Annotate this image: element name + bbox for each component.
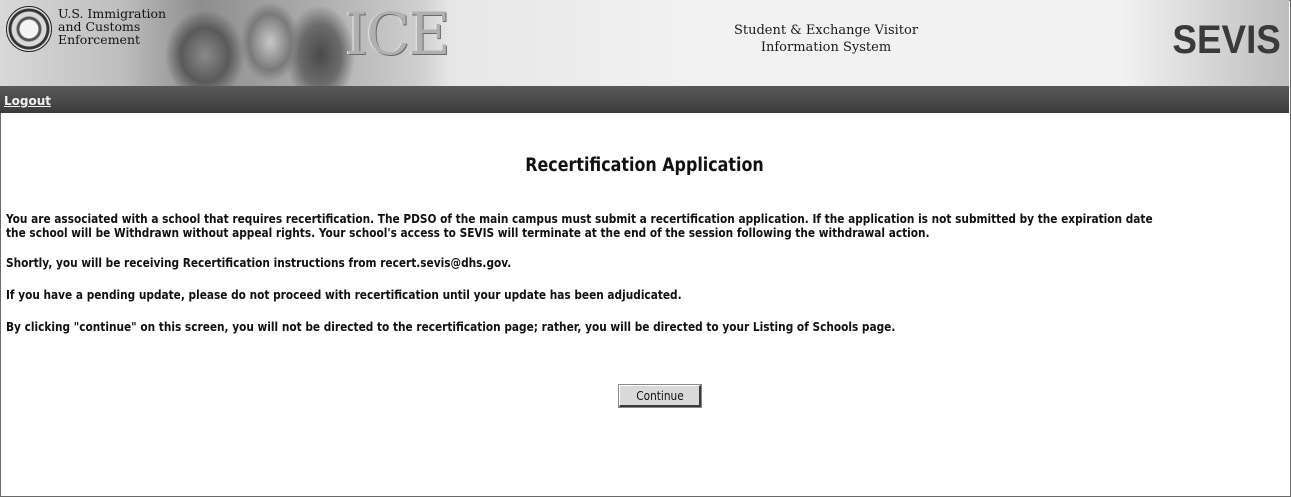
agency-name: U.S. Immigration and Customs Enforcement [58,7,166,46]
header-banner: U.S. Immigration and Customs Enforcement… [0,0,1289,86]
continue-button-label: Continue [635,388,684,403]
agency-line-3: Enforcement [58,32,141,47]
dhs-seal-icon [6,6,52,52]
ice-logo: ICE [345,0,451,68]
continue-notice: By clicking "continue" on this screen, y… [6,320,896,334]
logout-link[interactable]: Logout [4,94,51,108]
recertification-notice-line-1: You are associated with a school that re… [6,212,1153,226]
system-name: Student & Exchange Visitor Information S… [690,22,962,56]
recertification-notice: You are associated with a school that re… [6,212,1256,240]
instructions-notice: Shortly, you will be receiving Recertifi… [6,256,512,270]
nav-bar [0,86,1289,113]
continue-button[interactable]: Continue [618,384,702,408]
sevis-logo: SEVIS [1172,18,1281,62]
system-name-line-2: Information System [760,40,892,55]
recertification-notice-line-2: the school will be Withdrawn without app… [6,226,930,240]
system-name-line-1: Student & Exchange Visitor [733,23,919,38]
pending-update-notice: If you have a pending update, please do … [6,288,682,302]
page-title: Recertification Application [525,155,764,176]
